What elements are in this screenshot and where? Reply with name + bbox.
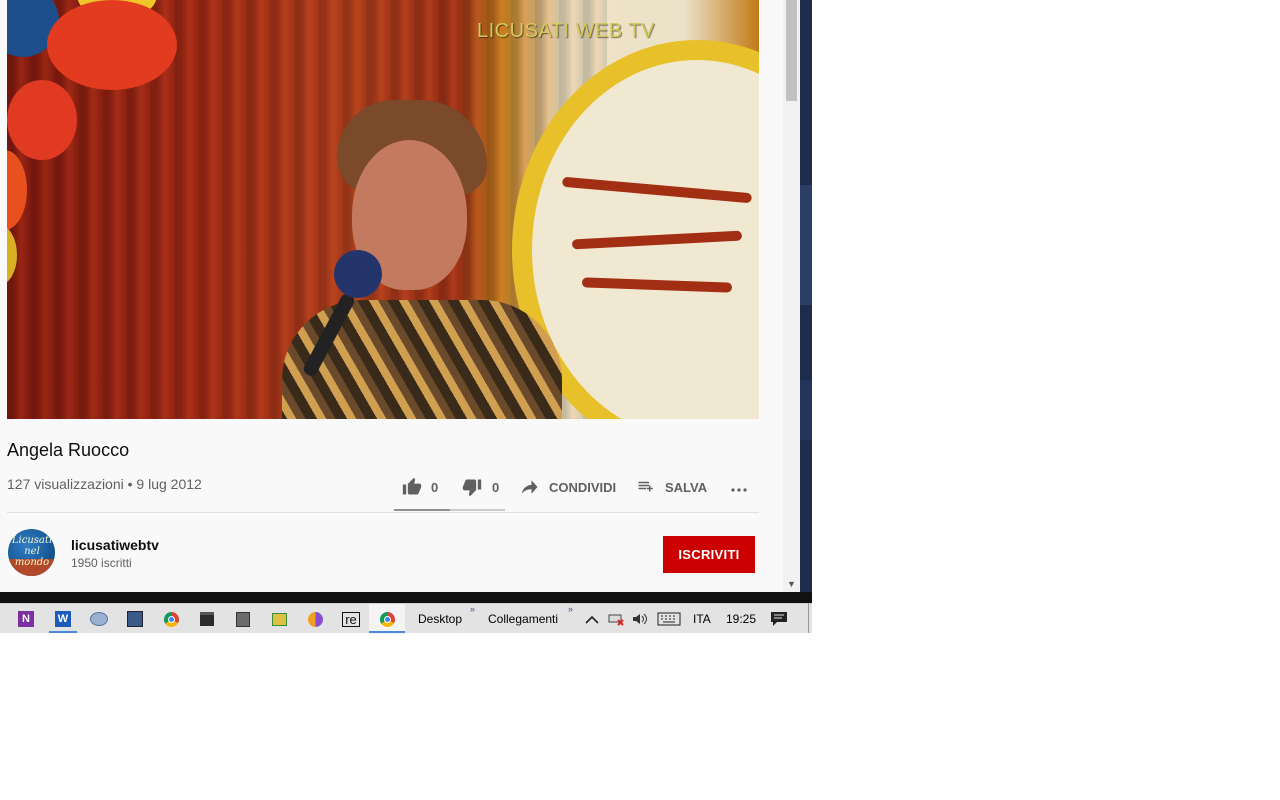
thumbs-down-icon xyxy=(462,479,482,497)
desktop-toolbar[interactable]: Desktop xyxy=(418,612,462,626)
taskbar: N W re Desktop » Collegamenti » ITA 19:2… xyxy=(0,603,812,634)
singer xyxy=(242,100,572,419)
share-arrow-icon xyxy=(521,480,538,494)
channel-avatar[interactable]: Licusati nel mondo xyxy=(8,529,55,576)
more-horizontal-icon xyxy=(731,488,747,492)
scrollbar-thumb[interactable] xyxy=(786,0,797,101)
files-icon[interactable] xyxy=(233,609,253,629)
share-label: CONDIVIDI xyxy=(549,479,617,495)
channel-name[interactable]: licusatiwebtv xyxy=(71,537,159,553)
avatar-logo-text: Licusati nel mondo xyxy=(11,535,53,568)
links-expand-chevron-icon[interactable]: » xyxy=(568,604,573,614)
photos-icon[interactable] xyxy=(269,609,289,629)
like-button[interactable]: 0 xyxy=(401,476,438,498)
microphone xyxy=(334,250,382,298)
more-actions-button[interactable] xyxy=(728,479,750,501)
re-app-icon[interactable]: re xyxy=(341,609,361,629)
word-icon[interactable]: W xyxy=(53,609,73,629)
links-toolbar[interactable]: Collegamenti xyxy=(488,612,558,626)
scroll-down-arrow-icon[interactable]: ▼ xyxy=(783,575,800,592)
dislike-button[interactable]: 0 xyxy=(461,476,499,498)
input-language[interactable]: ITA xyxy=(693,612,711,626)
window-bottom-border xyxy=(0,592,812,603)
save-button[interactable]: SALVA xyxy=(636,476,707,498)
balloon-red-2 xyxy=(7,80,77,160)
like-count: 0 xyxy=(431,479,439,495)
browser-window: LICUSATI WEB TV Angela Ruocco 127 visual… xyxy=(0,0,812,603)
app-circle-icon[interactable] xyxy=(305,609,325,629)
notifications-icon[interactable] xyxy=(769,609,789,629)
subscribe-button[interactable]: ISCRIVITI xyxy=(663,536,755,573)
video-player[interactable]: LICUSATI WEB TV xyxy=(7,0,759,419)
thumbs-up-icon xyxy=(402,477,422,495)
publish-date: 9 lug 2012 xyxy=(136,476,202,492)
sentiment-bar-like-fill xyxy=(394,509,450,511)
page-scrollbar[interactable]: ▼ xyxy=(783,0,800,592)
background-window-edge xyxy=(800,0,812,603)
video-watermark: LICUSATI WEB TV xyxy=(477,20,655,42)
view-count: 127 visualizzazioni xyxy=(7,476,124,492)
word-active-indicator xyxy=(49,631,77,633)
store-icon[interactable] xyxy=(197,609,217,629)
video-title: Angela Ruocco xyxy=(7,440,130,460)
chrome-active-indicator xyxy=(369,631,405,633)
sentiment-bar xyxy=(394,509,505,511)
network-disconnected-icon[interactable] xyxy=(606,609,626,629)
save-label: SALVA xyxy=(665,479,708,495)
chrome-icon[interactable] xyxy=(161,609,181,629)
keyboard-icon[interactable] xyxy=(657,609,681,629)
share-button[interactable]: CONDIVIDI xyxy=(520,476,616,498)
chrome-active-icon[interactable] xyxy=(377,609,397,629)
balloon-red xyxy=(47,0,177,90)
meta-separator: • xyxy=(127,476,133,492)
devices-icon[interactable] xyxy=(125,609,145,629)
show-hidden-icons-chevron-icon[interactable] xyxy=(582,609,602,629)
speaker-icon[interactable] xyxy=(630,609,650,629)
show-desktop-divider[interactable] xyxy=(808,603,809,633)
clock[interactable]: 19:25 xyxy=(726,612,756,626)
onenote-icon[interactable]: N xyxy=(16,609,36,629)
desktop-expand-chevron-icon[interactable]: » xyxy=(470,604,475,614)
network-drive-icon[interactable] xyxy=(89,609,109,629)
subscriber-count: 1950 iscritti xyxy=(71,556,132,570)
video-meta: 127 visualizzazioni • 9 lug 2012 xyxy=(7,476,202,492)
divider xyxy=(7,512,759,513)
dislike-count: 0 xyxy=(492,479,500,495)
playlist-add-icon xyxy=(638,481,653,492)
